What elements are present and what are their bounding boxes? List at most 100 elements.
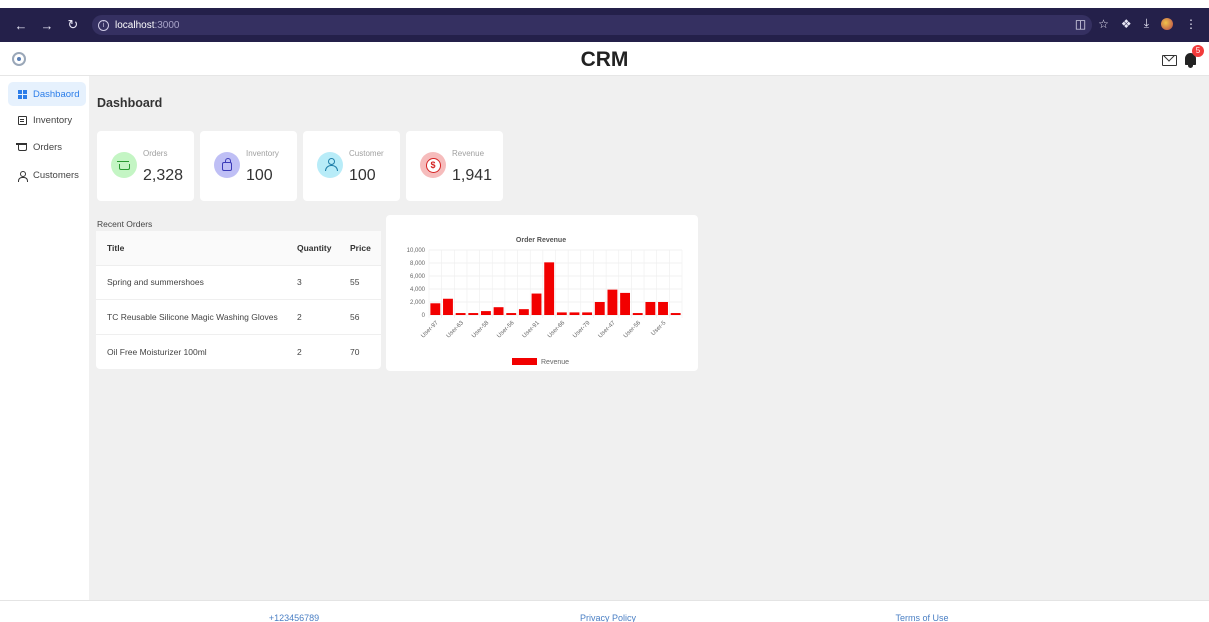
stat-label: Revenue xyxy=(452,149,485,158)
stat-card-revenue: $ Revenue 1,941 xyxy=(406,131,503,201)
user-icon xyxy=(18,170,28,182)
column-header[interactable]: Price xyxy=(339,231,381,266)
bar[interactable] xyxy=(632,313,643,315)
cast-icon[interactable]: ◫ xyxy=(1075,17,1086,31)
notification-badge: 5 xyxy=(1192,45,1204,57)
table-row[interactable]: Oil Free Moisturizer 100ml 2 70 xyxy=(96,334,381,369)
x-tick-label: User-56 xyxy=(623,320,643,340)
bar[interactable] xyxy=(582,312,593,315)
stat-icon-wrap xyxy=(214,152,240,178)
stat-card-customer: Customer 100 xyxy=(303,131,400,201)
cell-quantity: 2 xyxy=(297,346,302,357)
recent-orders-label: Recent Orders xyxy=(97,219,153,229)
bar[interactable] xyxy=(443,298,453,315)
footer-phone[interactable]: +123456789 xyxy=(269,613,319,622)
reload-icon[interactable]: ↻ xyxy=(66,17,80,33)
profile-avatar[interactable] xyxy=(1161,17,1173,30)
menu-kebab-icon[interactable]: ⋮ xyxy=(1185,17,1197,31)
x-tick-label: User-66 xyxy=(547,320,567,340)
order-revenue-chart-card: Order Revenue 0 2,000 4,000 6,000 8,000 10,00… xyxy=(386,215,698,371)
dollar-icon: $ xyxy=(425,157,441,173)
bar[interactable] xyxy=(594,302,605,315)
bar[interactable] xyxy=(531,293,542,315)
bar[interactable] xyxy=(670,313,681,315)
x-tick-label: User-47 xyxy=(598,320,618,340)
column-header[interactable]: Quantity xyxy=(286,231,339,266)
page-title: Dashboard xyxy=(97,96,163,110)
bag-icon xyxy=(222,158,232,171)
address-bar[interactable]: i localhost:3000 xyxy=(92,15,1092,35)
bar[interactable] xyxy=(518,309,529,315)
bar[interactable] xyxy=(620,292,631,315)
sidebar: Dashbaord Inventory Orders Customers xyxy=(0,76,89,600)
sidebar-item-inventory[interactable]: Inventory xyxy=(8,108,86,132)
bookmark-star-icon[interactable]: ☆ xyxy=(1098,17,1109,31)
inventory-icon xyxy=(18,115,27,125)
stat-label: Customer xyxy=(349,149,384,158)
bar[interactable] xyxy=(645,302,656,315)
x-tick-label: User-97 xyxy=(420,320,440,340)
sidebar-item-dashboard[interactable]: Dashbaord xyxy=(8,82,86,106)
footer: +123456789 Privacy Policy Terms of Use xyxy=(0,600,1209,622)
site-info-icon[interactable]: i xyxy=(98,19,109,31)
bar[interactable] xyxy=(430,303,441,315)
cell-quantity: 2 xyxy=(286,299,339,335)
cell-price: 70 xyxy=(350,346,360,357)
cell-title: Spring and summershoes xyxy=(96,265,286,300)
bar[interactable] xyxy=(556,312,567,315)
stat-card-orders: Orders 2,328 xyxy=(97,131,194,201)
terms-of-use-link[interactable]: Terms of Use xyxy=(895,613,948,622)
bar[interactable] xyxy=(569,312,580,315)
stat-label: Inventory xyxy=(246,149,279,158)
forward-arrow-icon[interactable]: → xyxy=(40,18,54,33)
back-arrow-icon[interactable]: ← xyxy=(14,18,28,33)
grid-icon xyxy=(18,89,27,99)
table-row[interactable]: Spring and summershoes 3 55 xyxy=(96,265,381,300)
sidebar-item-customers[interactable]: Customers xyxy=(8,163,86,187)
download-icon[interactable]: ⤓ xyxy=(1144,16,1149,31)
bar[interactable] xyxy=(493,307,504,315)
bar[interactable] xyxy=(544,262,555,315)
cell-title: TC Reusable Silicone Magic Washing Glove… xyxy=(96,299,286,335)
app-title: CRM xyxy=(580,48,629,71)
cell-title: Oil Free Moisturizer 100ml xyxy=(107,346,207,357)
bar[interactable] xyxy=(468,313,479,315)
legend-label[interactable]: Revenue xyxy=(541,359,569,366)
table-header-row: Title Quantity Price xyxy=(96,231,381,266)
stat-label: Orders xyxy=(143,149,168,158)
browser-actions: ◫ ☆ ❖ ⤓ ⋮ xyxy=(1075,16,1197,31)
browser-nav: ← → ↻ xyxy=(0,17,80,33)
stat-card-inventory: Inventory 100 xyxy=(200,131,297,201)
extensions-icon[interactable]: ❖ xyxy=(1121,17,1132,31)
bar[interactable] xyxy=(607,289,618,315)
stat-icon-wrap xyxy=(317,152,343,178)
bar[interactable] xyxy=(455,313,466,315)
cell-price: 55 xyxy=(339,265,381,300)
x-tick-label: User-58 xyxy=(471,320,491,340)
table-row[interactable]: TC Reusable Silicone Magic Washing Glove… xyxy=(96,299,381,335)
x-tick-label: User-5 xyxy=(650,320,667,337)
url-host: localhost xyxy=(115,19,155,31)
cell-price: 56 xyxy=(339,299,381,335)
url-port: :3000 xyxy=(154,19,180,31)
cart-icon xyxy=(116,160,130,170)
sidebar-item-label: Inventory xyxy=(33,114,73,126)
browser-toolbar: ← → ↻ i localhost:3000 ◫ ☆ ❖ ⤓ ⋮ xyxy=(0,0,1209,42)
column-header[interactable]: Title xyxy=(96,231,286,266)
chart-title: Order Revenue xyxy=(516,237,566,244)
mail-icon[interactable] xyxy=(1162,55,1177,66)
sidebar-item-label: Customers xyxy=(33,169,79,181)
y-tick-label: 4,000 xyxy=(410,287,426,293)
bar[interactable] xyxy=(658,302,668,315)
bar[interactable] xyxy=(480,311,491,315)
order-revenue-chart: Order Revenue 0 2,000 4,000 6,000 8,000 10,00… xyxy=(407,237,683,366)
sidebar-item-label: Dashbaord xyxy=(33,88,80,100)
sidebar-item-orders[interactable]: Orders xyxy=(8,135,86,159)
bar[interactable] xyxy=(506,313,517,315)
y-tick-label: 2,000 xyxy=(410,300,426,306)
stat-icon-wrap: $ xyxy=(420,152,446,178)
x-tick-label: User-79 xyxy=(572,320,592,340)
legend-swatch[interactable] xyxy=(512,358,537,365)
recent-orders-table: Title Quantity Price Spring and summersh… xyxy=(96,231,381,369)
privacy-policy-link[interactable]: Privacy Policy xyxy=(580,613,636,622)
